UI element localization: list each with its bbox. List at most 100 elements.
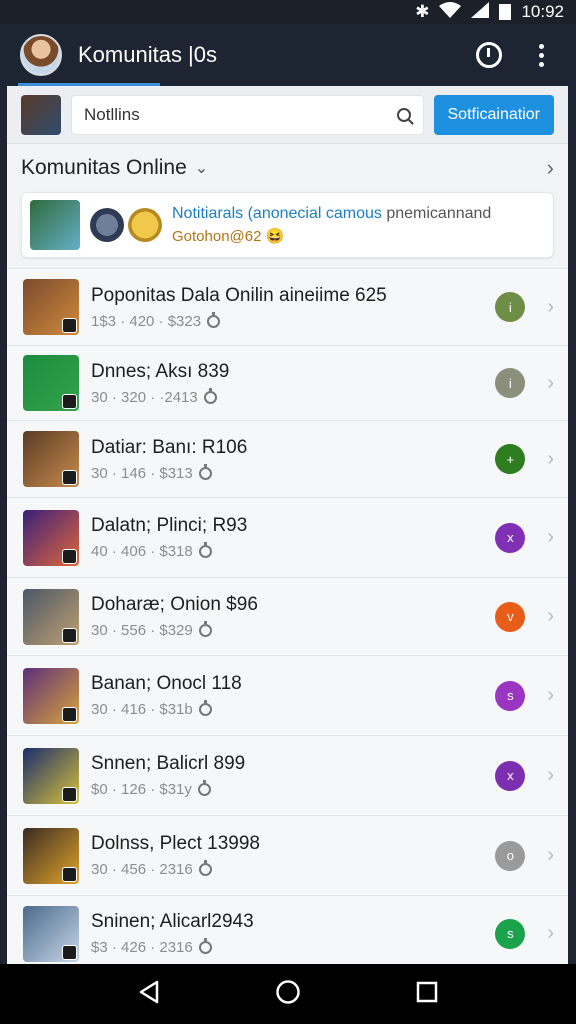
chevron-right-icon[interactable]: › — [547, 372, 554, 395]
home-circle-icon[interactable] — [275, 979, 301, 1010]
list-item[interactable]: Snnen; Balicrl 899 $0 · 126 · $31y x › — [7, 735, 568, 815]
game-thumbnail — [23, 279, 79, 335]
row-meta: $0 · 126 · $31y — [91, 780, 495, 798]
list-item[interactable]: Doharæ; Onion $96 30 · 556 · $329 v › — [7, 577, 568, 655]
row-meta-text: $3 · 426 · 2316 — [91, 939, 193, 956]
game-thumbnail — [23, 509, 79, 566]
row-meta: 30 · 456 · 2316 — [91, 860, 495, 878]
row-meta-text: 30 · 320 · ·2413 — [91, 388, 198, 406]
row-meta-text: $0 · 126 · $31y — [91, 781, 192, 798]
row-title: Doharæ; Onion $96 — [91, 594, 258, 615]
chevron-right-icon[interactable]: › — [547, 155, 554, 181]
community-list: Poponitas Dala Onilin aineiime 625 1$3 · … — [7, 268, 568, 964]
timer-icon — [198, 463, 212, 480]
chevron-right-icon[interactable]: › — [547, 605, 554, 628]
search-input[interactable] — [84, 104, 397, 125]
app-title: Komunitas |0s — [78, 42, 218, 67]
row-text: Sninen; Alicarl2943 $3 · 426 · 2316 — [91, 911, 495, 956]
status-badge[interactable]: x — [495, 760, 526, 791]
section-title: Komunitas Online — [21, 156, 187, 179]
chevron-right-icon[interactable]: › — [547, 296, 554, 319]
chevron-right-icon[interactable]: › — [547, 684, 554, 707]
list-item[interactable]: Dnnes; Aksı 839 30 · 320 · ·2413 i › — [7, 345, 568, 420]
row-text: Snnen; Balicrl 899 $0 · 126 · $31y — [91, 753, 495, 798]
notice-text: Notitiarals (anonecial camous pnemicanna… — [172, 205, 491, 245]
list-item[interactable]: Datiar: Banı: R106 30 · 146 · $313 + › — [7, 420, 568, 497]
corner-badge-icon — [62, 944, 77, 960]
row-meta-text: 30 · 456 · 2316 — [91, 861, 193, 878]
wifi-icon — [439, 1, 462, 23]
row-meta-text: 40 · 406 · $318 — [91, 543, 193, 560]
row-title: Dnnes; Aksı 839 — [91, 360, 230, 382]
notice-rest: (anonecial camous — [243, 205, 382, 222]
row-meta: 1$3 · 420 · $323 — [91, 311, 495, 330]
row-text: Dnnes; Aksı 839 30 · 320 · ·2413 — [91, 361, 495, 406]
timer-icon — [197, 780, 211, 796]
status-badge[interactable]: i — [495, 292, 526, 322]
chevron-right-icon[interactable]: › — [547, 448, 554, 471]
notice-card[interactable]: Notitiarals (anonecial camous pnemicanna… — [21, 192, 554, 258]
list-item[interactable]: Dolnss, Plect 13998 30 · 456 · 2316 o › — [7, 815, 568, 895]
row-meta: 30 · 146 · $313 — [91, 463, 495, 482]
list-item[interactable]: Sninen; Alicarl2943 $3 · 426 · 2316 s › — [7, 895, 568, 964]
list-item[interactable]: Banan; Onocl 118 30 · 416 · $31b s › — [7, 655, 568, 735]
corner-badge-icon — [62, 866, 77, 882]
corner-badge-icon — [62, 318, 77, 333]
status-badge[interactable]: v — [495, 601, 526, 632]
corner-badge-icon — [62, 786, 77, 802]
content-panel: Sotficainatior Komunitas Online ⌄ › Noti… — [7, 86, 568, 964]
game-thumbnail — [23, 667, 79, 724]
row-title: Dalatn; Plinci; R93 — [91, 515, 248, 536]
more-menu-button[interactable] — [526, 40, 556, 70]
row-title: Banan; Onocl 118 — [91, 673, 242, 694]
timer-icon — [198, 621, 212, 637]
row-text: Doharæ; Onion $96 30 · 556 · $329 — [91, 594, 495, 639]
game-thumbnail — [23, 827, 79, 884]
row-meta-text: 1$3 · 420 · $323 — [91, 312, 202, 330]
status-badge[interactable]: x — [495, 522, 526, 553]
corner-badge-icon — [62, 470, 77, 485]
row-text: Banan; Onocl 118 30 · 416 · $31b — [91, 673, 495, 718]
row-title: Snnen; Balicrl 899 — [91, 753, 246, 774]
back-triangle-icon[interactable] — [137, 980, 161, 1009]
chevron-right-icon[interactable]: › — [547, 844, 554, 867]
profile-thumbnail[interactable] — [21, 94, 61, 135]
corner-badge-icon — [62, 706, 77, 722]
row-title: Poponitas Dala Onilin aineiime 625 — [91, 284, 387, 306]
status-badge[interactable]: i — [495, 368, 526, 398]
status-badge[interactable]: o — [495, 840, 526, 871]
list-item[interactable]: Dalatn; Plinci; R93 40 · 406 · $318 x › — [7, 497, 568, 577]
game-thumbnail — [23, 905, 79, 962]
status-badge[interactable]: + — [495, 444, 526, 474]
notification-icon: ✱ — [415, 2, 430, 21]
power-icon — [476, 42, 502, 68]
chevron-right-icon[interactable]: › — [547, 764, 554, 787]
status-badge[interactable]: s — [495, 680, 526, 711]
notification-button[interactable]: Sotficainatior — [433, 94, 554, 135]
chevron-right-icon[interactable]: › — [547, 526, 554, 549]
row-text: Dolnss, Plect 13998 30 · 456 · 2316 — [91, 833, 495, 878]
section-header[interactable]: Komunitas Online ⌄ › — [7, 144, 568, 192]
search-box[interactable] — [71, 94, 424, 135]
power-button[interactable] — [474, 40, 504, 70]
timer-icon — [198, 860, 212, 876]
game-thumbnail — [23, 431, 79, 487]
row-title: Dolnss, Plect 13998 — [91, 833, 260, 854]
row-meta: 40 · 406 · $318 — [91, 542, 495, 560]
user-avatar-icon[interactable] — [20, 34, 62, 76]
search-icon[interactable] — [396, 107, 411, 122]
game-thumbnail — [23, 355, 79, 411]
chevron-right-icon[interactable]: › — [547, 922, 554, 945]
chevron-down-icon[interactable]: ⌄ — [195, 158, 208, 178]
recents-square-icon[interactable] — [415, 980, 439, 1009]
status-time: 10:92 — [521, 2, 564, 21]
crossed-swords-icon — [90, 208, 124, 242]
notice-thumbnail — [30, 200, 80, 250]
more-vert-icon — [538, 43, 544, 67]
list-item[interactable]: Poponitas Dala Onilin aineiime 625 1$3 · … — [7, 268, 568, 345]
timer-icon — [203, 387, 217, 404]
status-badge[interactable]: s — [495, 918, 526, 949]
signal-icon — [471, 1, 490, 23]
row-meta-text: 30 · 146 · $313 — [91, 464, 193, 482]
app-bar: Komunitas |0s — [0, 24, 576, 86]
